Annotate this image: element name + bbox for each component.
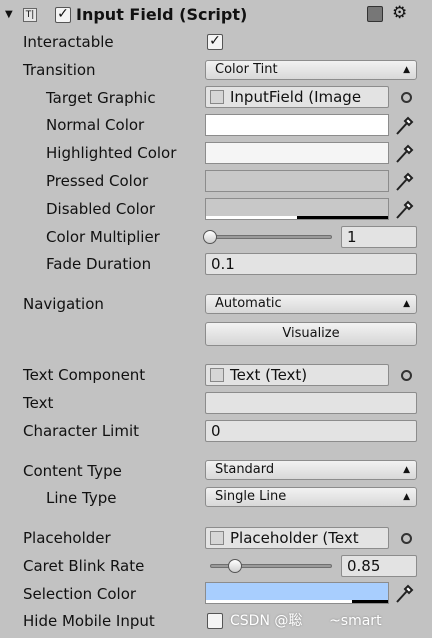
interactable-checkbox[interactable]: ✓ (207, 34, 223, 50)
normal-color-label: Normal Color (46, 116, 145, 134)
text-icon (210, 368, 224, 382)
foldout-arrow-icon[interactable]: ▼ (5, 9, 13, 20)
content-type-dropdown[interactable]: Standard ▲ (205, 460, 417, 480)
component-header: ▼ T| ✓ Input Field (Script) ⚙ (0, 0, 432, 30)
alpha-bar (297, 216, 388, 219)
gear-icon[interactable]: ⚙ (392, 3, 407, 23)
visualize-button[interactable]: Visualize (205, 322, 417, 346)
navigation-value: Automatic (215, 296, 282, 311)
transition-dropdown[interactable]: Color Tint ▲ (205, 60, 417, 80)
hide-mobile-input-checkbox[interactable] (207, 613, 223, 629)
help-icon[interactable] (367, 6, 383, 22)
eyedropper-icon[interactable] (394, 198, 414, 220)
eyedropper-icon[interactable] (394, 170, 414, 192)
eyedropper-icon[interactable] (394, 114, 414, 136)
dropdown-arrows-icon: ▲ (403, 492, 410, 502)
object-picker-icon[interactable] (401, 370, 412, 381)
disabled-color-label: Disabled Color (46, 200, 156, 218)
dropdown-arrows-icon: ▲ (403, 465, 410, 475)
placeholder-label: Placeholder (23, 529, 111, 547)
script-icon: T| (23, 8, 37, 22)
fade-duration-label: Fade Duration (46, 255, 152, 273)
transition-value: Color Tint (215, 62, 278, 77)
alpha-bar-white (206, 216, 297, 219)
interactable-label: Interactable (23, 33, 114, 51)
pressed-color-label: Pressed Color (46, 172, 149, 190)
text-component-field[interactable]: Text (Text) (205, 364, 389, 386)
object-picker-icon[interactable] (401, 533, 412, 544)
caret-blink-rate-slider-knob[interactable] (228, 559, 242, 573)
text-component-value: Text (Text) (230, 366, 308, 384)
navigation-dropdown[interactable]: Automatic ▲ (205, 294, 417, 314)
line-type-label: Line Type (46, 489, 117, 507)
pressed-color-swatch[interactable] (205, 170, 389, 192)
line-type-value: Single Line (215, 489, 287, 504)
fade-duration-input[interactable]: 0.1 (205, 253, 417, 275)
selection-color-swatch[interactable] (205, 582, 389, 604)
line-type-dropdown[interactable]: Single Line ▲ (205, 487, 417, 507)
hide-mobile-input-label: Hide Mobile Input (23, 612, 155, 630)
eyedropper-icon[interactable] (394, 582, 414, 604)
component-enabled-checkbox[interactable]: ✓ (55, 7, 71, 23)
text-label: Text (23, 394, 54, 412)
dropdown-arrows-icon: ▲ (403, 299, 410, 309)
caret-blink-rate-label: Caret Blink Rate (23, 557, 145, 575)
alpha-bar-white (206, 600, 352, 603)
text-component-label: Text Component (23, 366, 146, 384)
normal-color-swatch[interactable] (205, 114, 389, 136)
watermark: CSDN @聡 ~smart (230, 613, 382, 629)
placeholder-field[interactable]: Placeholder (Text (205, 527, 389, 549)
navigation-label: Navigation (23, 295, 104, 313)
text-input[interactable] (205, 392, 417, 414)
color-multiplier-slider-knob[interactable] (203, 230, 217, 244)
highlighted-color-swatch[interactable] (205, 142, 389, 164)
transition-label: Transition (23, 61, 96, 79)
color-multiplier-input[interactable]: 1 (341, 226, 417, 248)
placeholder-value: Placeholder (Text (230, 529, 359, 547)
object-picker-icon[interactable] (401, 92, 412, 103)
content-type-value: Standard (215, 462, 275, 477)
image-icon (210, 90, 224, 104)
dropdown-arrows-icon: ▲ (403, 65, 410, 75)
character-limit-label: Character Limit (23, 422, 140, 440)
target-graphic-label: Target Graphic (46, 89, 156, 107)
content-type-label: Content Type (23, 462, 122, 480)
character-limit-input[interactable]: 0 (205, 420, 417, 442)
eyedropper-icon[interactable] (394, 142, 414, 164)
color-multiplier-label: Color Multiplier (46, 228, 160, 246)
text-icon (210, 531, 224, 545)
alpha-bar (351, 600, 388, 603)
component-title: Input Field (Script) (76, 5, 248, 24)
color-multiplier-slider[interactable] (210, 235, 332, 239)
highlighted-color-label: Highlighted Color (46, 144, 177, 162)
disabled-color-swatch[interactable] (205, 198, 389, 220)
target-graphic-field[interactable]: InputField (Image (205, 86, 389, 108)
target-graphic-value: InputField (Image (230, 88, 362, 106)
caret-blink-rate-input[interactable]: 0.85 (341, 555, 417, 577)
selection-color-label: Selection Color (23, 585, 137, 603)
